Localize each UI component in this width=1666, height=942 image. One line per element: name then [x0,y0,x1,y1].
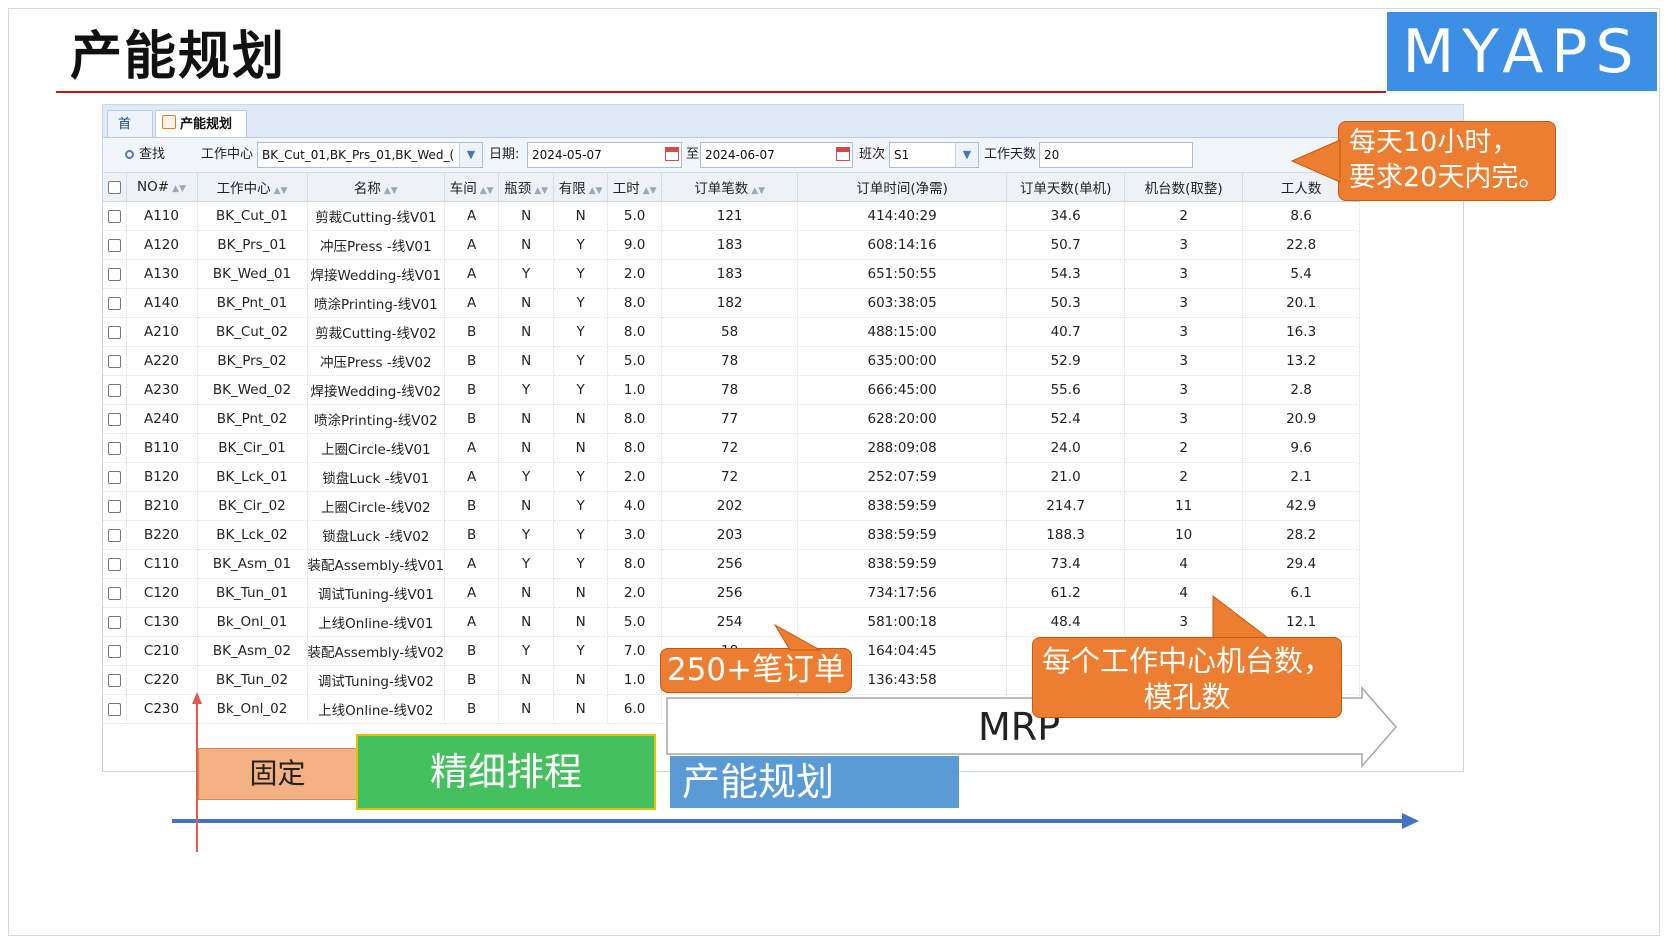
phase-fixed: 固定 [198,748,357,800]
callout-orders-pointer [773,623,822,651]
timeline-arrowhead [1402,813,1419,829]
callout-machines-pointer [1212,594,1270,641]
phase-capacity-planning: 产能规划 [670,756,959,808]
phase-fine-scheduling: 精细排程 [356,734,656,810]
now-marker-arrowhead [192,692,202,704]
callout-daily-hours-pointer [1290,139,1341,183]
callout-machine-count: 每个工作中心机台数， 模孔数 [1032,637,1342,718]
callout-line: 每个工作中心机台数， [1041,644,1332,678]
callout-line: 模孔数 [1143,680,1231,714]
